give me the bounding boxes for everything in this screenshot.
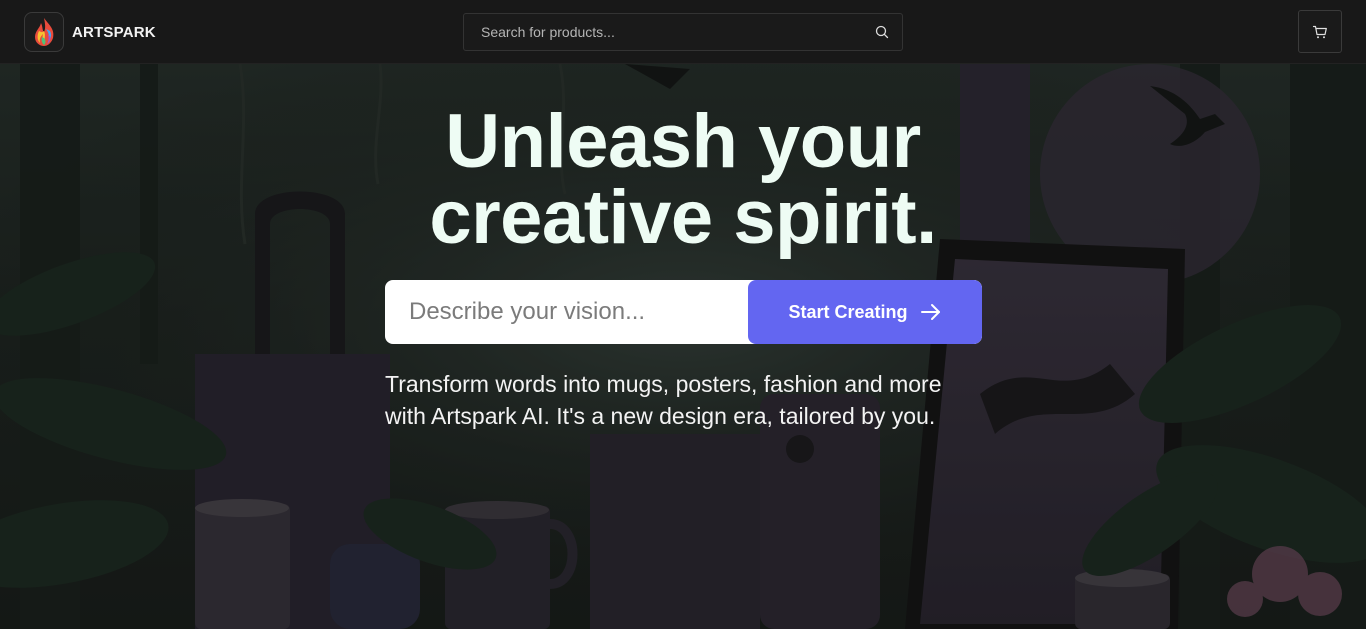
brand-name: ARTSPARK: [72, 23, 156, 41]
search-icon[interactable]: [874, 24, 890, 40]
product-search: [463, 13, 903, 51]
cart-icon: [1312, 25, 1327, 38]
hero-title-line-2: creative spirit.: [429, 175, 937, 260]
hero-title: Unleash your creative spirit.: [283, 104, 1083, 256]
top-navigation-bar: ARTSPARK: [0, 0, 1366, 64]
vision-prompt-form: Start Creating: [385, 280, 982, 344]
search-input[interactable]: [464, 14, 864, 50]
hero-title-line-1: Unleash your: [445, 99, 921, 184]
flame-logo-icon: [24, 12, 64, 52]
start-creating-label: Start Creating: [788, 301, 908, 322]
vision-input[interactable]: [385, 280, 748, 344]
hero-section: Unleash your creative spirit. Start Crea…: [0, 64, 1366, 629]
brand-home-link[interactable]: ARTSPARK: [24, 12, 156, 52]
cart-button[interactable]: [1298, 10, 1342, 53]
start-creating-button[interactable]: Start Creating: [748, 280, 982, 344]
arrow-right-icon: [920, 304, 940, 320]
hero-subtitle: Transform words into mugs, posters, fash…: [385, 371, 942, 429]
